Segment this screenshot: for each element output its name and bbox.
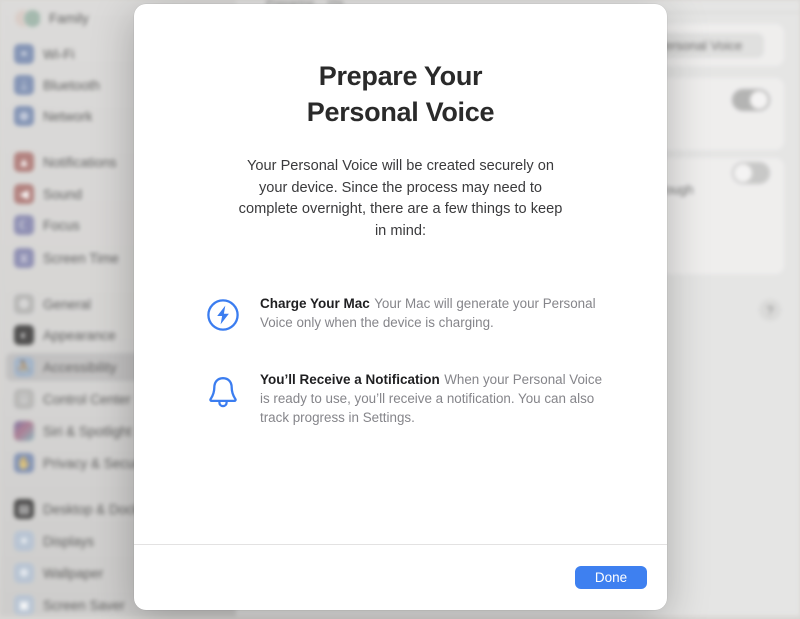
sidebar-item-label: Wallpaper [43,565,104,581]
notifications-bell-icon: ▲ [14,152,34,172]
sidebar-item-label: Accessibility [43,359,117,375]
dialog-feature-list: Charge Your Mac Your Mac will generate y… [178,294,623,427]
toggle-knob [734,164,752,182]
sidebar-item-label: General [43,296,92,312]
feature-text: You’ll Receive a Notification When your … [260,370,603,427]
done-button[interactable]: Done [575,566,647,589]
help-button[interactable]: ? [759,299,781,321]
control-center-icon: ⌸ [14,389,34,409]
sidebar-item-label: Siri & Spotlight [43,423,132,439]
sidebar-item-label: Control Center [43,391,131,407]
sidebar-item-label: Focus [43,217,80,233]
sidebar-item-label: Wi-Fi [43,46,75,62]
wifi-icon: ◓ [14,44,34,64]
dialog-title-line-2: Personal Voice [306,97,495,128]
feature-heading: Charge Your Mac [260,296,370,312]
dialog-subtitle: Your Personal Voice will be created secu… [238,158,563,239]
appearance-contrast-icon: ◐ [14,325,34,345]
feature-receive-notification: You’ll Receive a Notification When your … [202,370,603,427]
screen-saver-icon: ▣ [14,595,34,615]
notification-bell-icon [202,370,244,410]
screen-time-hourglass-icon: ⧖ [14,248,34,268]
dialog-body: Prepare Your Personal Voice Your Persona… [134,4,667,544]
sidebar-item-label: Displays [43,533,95,549]
privacy-hand-icon: ✋ [14,453,34,473]
sidebar-item-label: Screen Saver [43,597,125,613]
bluetooth-icon: ᛦ [14,75,34,95]
prepare-personal-voice-dialog: Prepare Your Personal Voice Your Persona… [134,4,667,610]
feature-charge-your-mac: Charge Your Mac Your Mac will generate y… [202,294,603,332]
dialog-title: Prepare Your Personal Voice [178,4,623,130]
toggle-knob [750,91,768,109]
feature-text: Charge Your Mac Your Mac will generate y… [260,294,603,332]
sidebar-item-label: Bluetooth [43,77,101,93]
charge-bolt-icon [202,294,244,332]
toggle-lower[interactable] [732,162,770,184]
desktop-dock-icon: ▤ [14,499,34,519]
sidebar-item-label: Network [43,108,93,124]
sidebar-item-label: Sound [43,186,83,202]
focus-moon-icon: ☾ [14,215,34,235]
sidebar-item-label: Desktop & Dock [43,501,140,517]
sound-speaker-icon: ◀ [14,184,34,204]
family-avatars-icon [14,8,40,28]
network-globe-icon: ⊕ [14,106,34,126]
accessibility-person-icon: ⛹ [14,357,34,377]
dialog-footer: Done [134,544,667,610]
sidebar-item-label: Appearance [43,327,116,343]
general-gear-icon: ⚙ [14,294,34,314]
siri-icon [14,421,34,441]
toggle-upper[interactable] [732,89,770,111]
displays-brightness-icon: ☀ [14,531,34,551]
dialog-title-line-1: Prepare Your [318,61,483,91]
sidebar-item-label: Notifications [43,154,117,170]
feature-heading: You’ll Receive a Notification [260,372,440,388]
avatar [23,9,40,28]
sidebar-item-label: Screen Time [43,250,119,266]
sidebar-item-label: Family [49,10,89,26]
wallpaper-icon: ✻ [14,563,34,583]
